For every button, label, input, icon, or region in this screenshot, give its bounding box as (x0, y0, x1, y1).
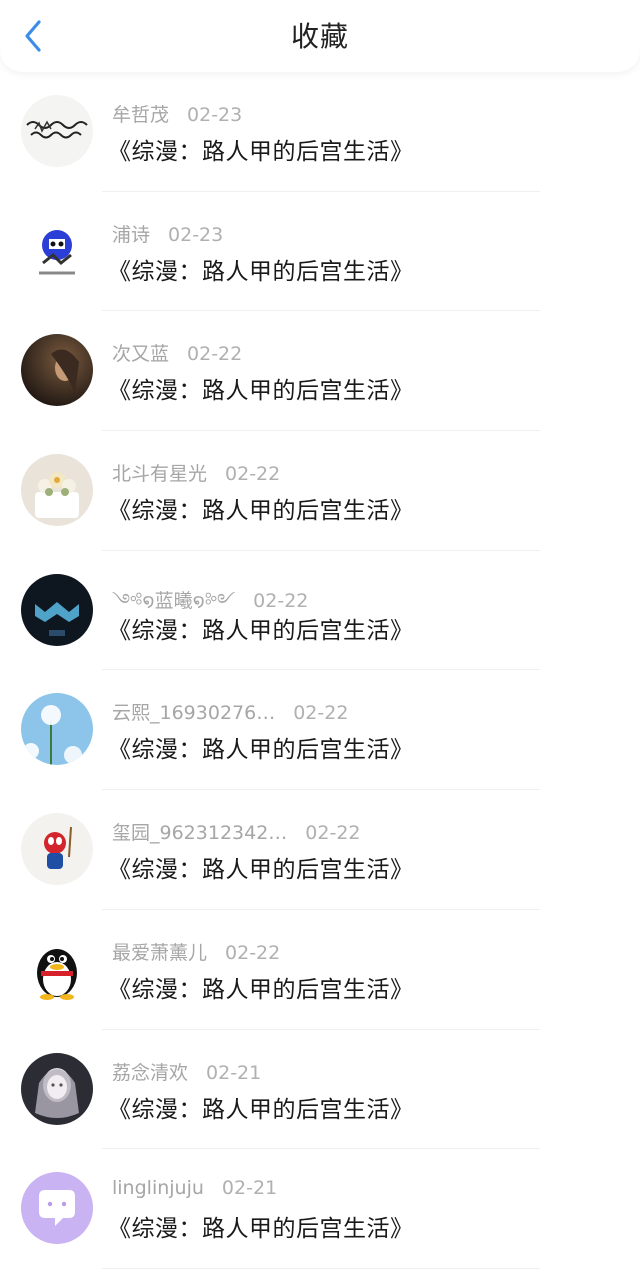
favorites-list: 牟哲茂 02-23 《综漫：路人甲的后宫生活》 浦诗 02-23 《综漫：路人甲的后… (0, 72, 640, 1269)
avatar[interactable] (21, 95, 93, 167)
list-item[interactable]: 云熙_16930276… 02-22 《综漫：路人甲的后宫生活》 (0, 670, 640, 791)
list-item[interactable]: 玺园_962312342… 02-22 《综漫：路人甲的后宫生活》 (0, 790, 640, 910)
book-title[interactable]: 《综漫：路人甲的后宫生活》 (108, 611, 414, 645)
date: 02-23 (168, 223, 224, 246)
book-title[interactable]: 《综漫：路人甲的后宫生活》 (108, 850, 414, 884)
item-meta: 北斗有星光 02-22 (112, 459, 280, 486)
book-title[interactable]: 《综漫：路人甲的后宫生活》 (108, 1090, 414, 1124)
item-meta: linglinjuju 02-21 (112, 1177, 277, 1199)
item-meta: 浦诗 02-23 (112, 220, 223, 247)
username[interactable]: 牟哲茂 (112, 104, 169, 126)
date: 02-21 (206, 1061, 262, 1084)
item-meta: 次又蓝 02-22 (112, 339, 242, 366)
list-item[interactable]: 次又蓝 02-22 《综漫：路人甲的后宫生活》 (0, 311, 640, 432)
username[interactable]: 荔念清欢 (112, 1062, 188, 1084)
item-meta: 荔念清欢 02-21 (112, 1058, 261, 1085)
item-meta: 最爱萧薰儿 02-22 (112, 938, 280, 965)
username[interactable]: ༺໑蓝曦໑༻ (112, 590, 235, 612)
book-title[interactable]: 《综漫：路人甲的后宫生活》 (108, 252, 414, 286)
avatar[interactable] (21, 813, 93, 886)
avatar[interactable] (21, 1052, 93, 1125)
date: 02-23 (187, 104, 243, 126)
username[interactable]: 北斗有星光 (112, 463, 207, 485)
date: 02-22 (293, 702, 349, 725)
page-title: 收藏 (290, 20, 349, 53)
username[interactable]: 玺园_962312342… (112, 822, 287, 844)
list-item[interactable]: ༺໑蓝曦໑༻ 02-22 《综漫：路人甲的后宫生活》 (0, 551, 640, 671)
book-title[interactable]: 《综漫：路人甲的后宫生活》 (108, 132, 414, 166)
item-meta: 玺园_962312342… 02-22 (112, 818, 361, 845)
avatar[interactable] (21, 573, 93, 646)
username[interactable]: 最爱萧薰儿 (112, 942, 207, 964)
avatar[interactable] (21, 932, 93, 1005)
avatar[interactable] (21, 454, 93, 527)
list-item[interactable]: 牟哲茂 02-23 《综漫：路人甲的后宫生活》 (0, 72, 640, 192)
date: 02-22 (187, 343, 243, 366)
list-item[interactable]: 浦诗 02-23 《综漫：路人甲的后宫生活》 (0, 192, 640, 312)
book-title[interactable]: 《综漫：路人甲的后宫生活》 (108, 730, 414, 764)
username[interactable]: 云熙_16930276… (112, 702, 275, 724)
avatar[interactable] (21, 214, 93, 287)
book-title[interactable]: 《综漫：路人甲的后宫生活》 (108, 1209, 414, 1243)
date: 02-22 (225, 941, 281, 964)
username[interactable]: 浦诗 (112, 224, 150, 246)
list-item[interactable]: 北斗有星光 02-22 《综漫：路人甲的后宫生活》 (0, 431, 640, 551)
username[interactable]: linglinjuju (112, 1177, 204, 1199)
book-title[interactable]: 《综漫：路人甲的后宫生活》 (108, 491, 414, 525)
username[interactable]: 次又蓝 (112, 343, 169, 365)
date: 02-22 (225, 463, 281, 486)
item-meta: 牟哲茂 02-23 (112, 100, 242, 127)
list-item[interactable]: 荔念清欢 02-21 《综漫：路人甲的后宫生活》 (0, 1030, 640, 1150)
book-title[interactable]: 《综漫：路人甲的后宫生活》 (108, 970, 414, 1004)
book-title[interactable]: 《综漫：路人甲的后宫生活》 (108, 371, 414, 405)
date: 02-22 (253, 589, 309, 612)
item-meta: 云熙_16930276… 02-22 (112, 698, 348, 725)
avatar[interactable] (21, 334, 93, 407)
list-item[interactable]: linglinjuju 02-21 《综漫：路人甲的后宫生活》 (0, 1149, 640, 1269)
avatar[interactable] (21, 693, 93, 766)
date: 02-21 (221, 1177, 278, 1200)
divider (102, 1267, 540, 1269)
date: 02-22 (305, 822, 361, 845)
list-item[interactable]: 最爱萧薰儿 02-22 《综漫：路人甲的后宫生活》 (0, 910, 640, 1030)
top-nav-bar: 收藏 (0, 0, 640, 72)
avatar[interactable] (21, 1172, 93, 1245)
